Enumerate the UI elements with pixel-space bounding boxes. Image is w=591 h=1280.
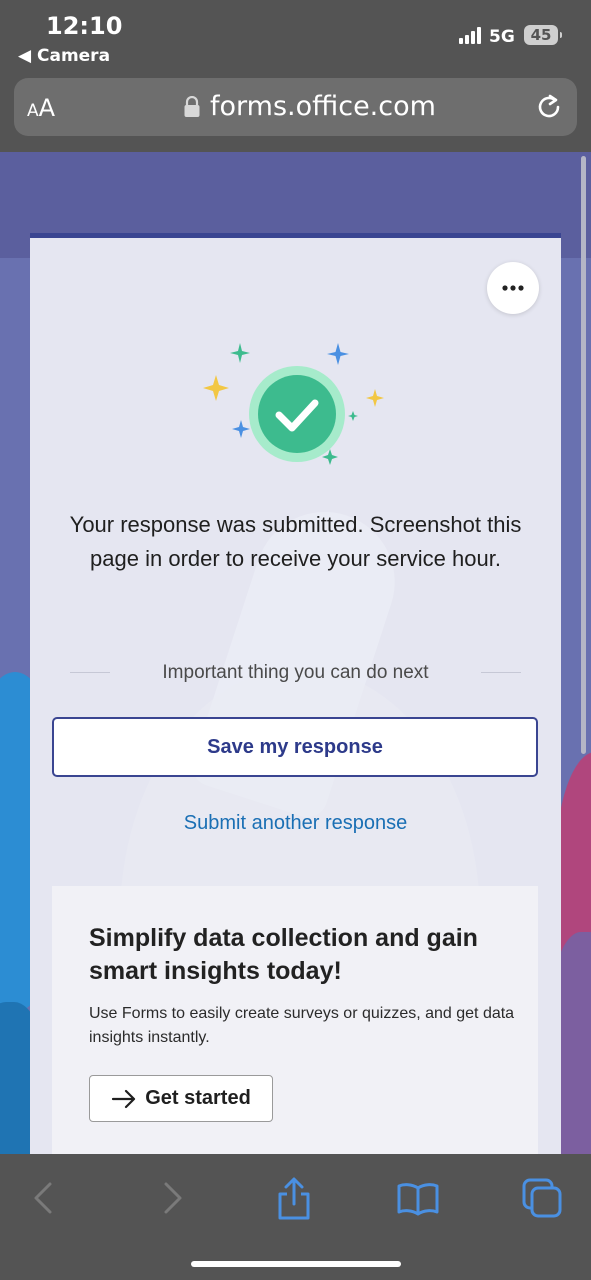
signal-icon — [459, 26, 485, 44]
save-response-button[interactable]: Save my response — [52, 717, 538, 777]
promo-description: Use Forms to easily create surveys or qu… — [89, 1005, 515, 1046]
submit-another-response-link[interactable]: Submit another response — [30, 812, 561, 835]
share-icon[interactable] — [272, 1176, 316, 1220]
get-started-label: Get started — [145, 1087, 251, 1109]
forms-promo-panel: Simplify data collection and gain smart … — [52, 886, 538, 1154]
page-viewport: Your response was submitted. Screenshot … — [0, 152, 591, 1154]
browser-header: AA forms.office.com — [0, 72, 591, 152]
get-started-button[interactable]: Get started — [89, 1075, 273, 1122]
home-indicator[interactable] — [191, 1261, 401, 1267]
text-size-button[interactable]: AA — [27, 94, 55, 122]
more-options-icon — [502, 285, 524, 291]
chevron-right-icon[interactable] — [150, 1176, 194, 1220]
url-text[interactable]: forms.office.com — [210, 91, 436, 122]
status-time: 12:10 — [46, 12, 123, 40]
next-steps-heading: Important thing you can do next — [162, 662, 429, 683]
divider-line — [481, 672, 521, 673]
back-to-camera-link[interactable]: ◀ Camera — [18, 46, 110, 66]
battery-level: 45 — [530, 26, 552, 44]
next-steps-divider: Important thing you can do next — [70, 658, 521, 688]
network-type: 5G — [489, 27, 515, 47]
address-bar[interactable]: AA forms.office.com — [14, 78, 577, 136]
battery-icon: 45 — [524, 25, 562, 45]
more-options-button[interactable] — [487, 262, 539, 314]
chevron-left-icon[interactable] — [22, 1176, 66, 1220]
confirmation-card: Your response was submitted. Screenshot … — [30, 233, 561, 1154]
check-circle-icon — [203, 343, 384, 465]
book-icon[interactable] — [396, 1176, 440, 1220]
lock-icon — [184, 96, 200, 117]
promo-headline: Simplify data collection and gain smart … — [89, 924, 478, 985]
status-bar: 12:10 ◀ Camera 5G 45 — [0, 0, 591, 72]
reload-icon[interactable] — [534, 92, 564, 122]
submission-message: Your response was submitted. Screenshot … — [69, 512, 522, 571]
tabs-icon[interactable] — [520, 1176, 564, 1220]
arrow-right-icon — [112, 1089, 136, 1108]
browser-toolbar — [0, 1154, 591, 1280]
page-scrollbar[interactable] — [581, 156, 586, 754]
